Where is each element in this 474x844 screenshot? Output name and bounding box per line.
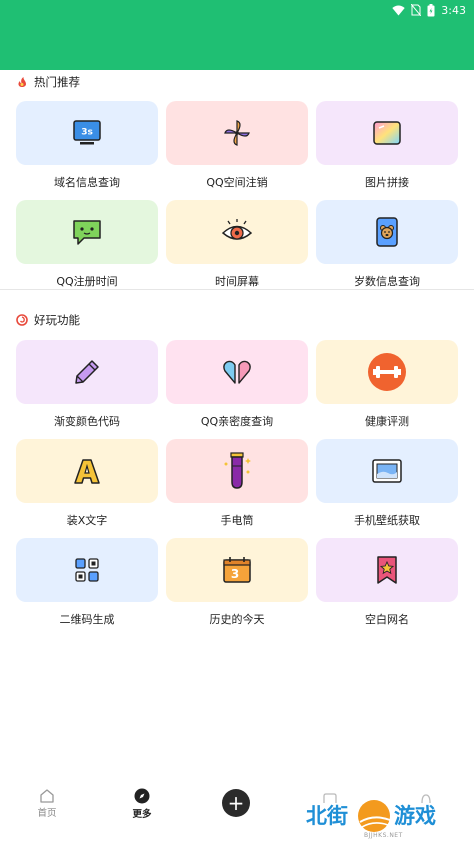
monitor-icon: 3s [73,120,101,145]
tool-label: 空白网名 [365,613,409,626]
sun-logo-icon [358,800,391,832]
pencil-icon [75,360,99,384]
tool-label: 岁数信息查询 [354,275,420,288]
nav-home-label: 首页 [37,808,57,819]
tool-tile-health-test[interactable] [316,340,458,404]
tool-tile-qzone-cancel[interactable] [166,101,308,165]
tool-label: 图片拼接 [365,176,409,189]
wifi-icon [392,5,405,15]
watermark-subtext: BJJHKS.NET [364,832,403,839]
qr-code-icon [75,558,99,582]
tool-label: 历史的今天 [209,613,265,626]
tool-label: 域名信息查询 [54,176,120,189]
star-badge-icon [377,556,397,584]
nav-more-label: 更多 [132,809,152,820]
nav-home[interactable]: 首页 [17,788,77,819]
tool-tile-history-today[interactable]: 3 [166,538,308,602]
watermark-text-right: 游戏 [394,804,436,828]
tool-label: 装X文字 [66,514,108,527]
tool-tile-qr-generate[interactable] [16,538,158,602]
section-title-fun-label: 好玩功能 [34,313,80,327]
tool-label: QQ空间注销 [206,176,268,189]
svg-text:3s: 3s [81,128,93,138]
watermark-logo: 北街 游戏 BJJHKS.NET [306,796,474,840]
flame-icon [16,76,28,88]
calendar-icon: 3 [223,557,251,583]
split-heart-icon [223,360,251,384]
plus-icon: + [227,791,245,815]
tool-tile-age-info[interactable] [316,200,458,264]
chat-bubble-icon [73,220,101,245]
swirl-icon [16,314,28,326]
tool-tile-time-screen[interactable] [166,200,308,264]
tool-tile-image-stitch[interactable] [316,101,458,165]
status-icons: 3:43 [392,2,466,18]
tool-tile-blank-nickname[interactable] [316,538,458,602]
letter-a-icon [74,459,100,484]
tool-tile-phone-wallpaper[interactable] [316,439,458,503]
tool-label: 健康评测 [365,415,409,428]
bear-photo-icon [376,217,398,247]
tool-tile-flashlight[interactable] [166,439,308,503]
tool-tile-qq-intimacy[interactable] [166,340,308,404]
dumbbell-icon [368,353,406,391]
tool-tile-domain-info[interactable]: 3s [16,101,158,165]
compass-icon [134,788,150,804]
section-divider [0,289,474,290]
status-bar: 3:43 [0,0,474,70]
tool-label: QQ注册时间 [56,275,118,288]
section-title-hot: 热门推荐 [16,72,80,92]
watermark-text-left: 北街 [306,804,348,828]
home-icon [40,789,54,803]
svg-text:3: 3 [231,567,239,581]
tool-label: 渐变颜色代码 [54,415,120,428]
add-button[interactable]: + [222,789,250,817]
tool-label: QQ亲密度查询 [200,415,274,428]
potion-tube-icon [224,452,251,489]
picture-frame-icon [372,459,402,483]
nav-more[interactable]: 更多 [112,788,172,820]
battery-icon [427,3,435,16]
tool-label: 二维码生成 [59,613,115,626]
eye-icon [221,219,253,240]
tool-tile-qq-register-time[interactable] [16,200,158,264]
tool-label: 手机壁纸获取 [354,514,420,527]
section-title-fun: 好玩功能 [16,310,80,330]
tool-tile-fancy-text[interactable] [16,439,158,503]
tool-tile-gradient-color[interactable] [16,340,158,404]
tool-label: 时间屏幕 [215,275,259,288]
section-title-hot-label: 热门推荐 [34,75,80,89]
gradient-image-icon [373,121,401,145]
status-time: 3:43 [441,3,466,17]
pinwheel-icon [224,120,250,146]
tool-label: 手电筒 [220,514,254,527]
no-sim-icon [411,4,422,16]
